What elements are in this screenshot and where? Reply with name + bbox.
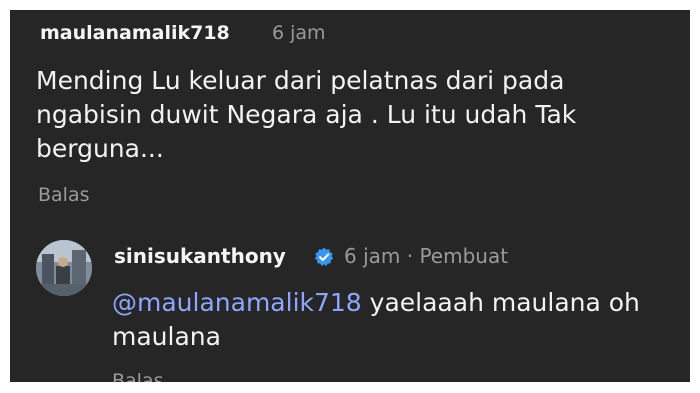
comment-timestamp: 6 jam <box>272 22 326 44</box>
comment-text: Mending Lu keluar dari pelatnas dari pad… <box>36 66 577 163</box>
reply-meta: 6 jam · Pembuat <box>344 244 509 268</box>
verified-badge-icon <box>314 247 334 266</box>
reply-text: @maulanamalik718 yaelaaah maulana oh mau… <box>112 286 672 354</box>
comments-panel: maulanamalik718 6 jam Mending Lu keluar … <box>10 10 690 382</box>
mention-link[interactable]: @maulanamalik718 <box>112 288 362 317</box>
comment-username[interactable]: maulanamalik718 <box>40 22 230 44</box>
avatar[interactable] <box>36 240 92 296</box>
reply-button[interactable]: Balas <box>38 184 90 206</box>
reply-username[interactable]: sinisukanthony <box>114 244 286 268</box>
reply-button[interactable]: Balas <box>112 370 164 382</box>
avatar-photo <box>36 240 92 296</box>
